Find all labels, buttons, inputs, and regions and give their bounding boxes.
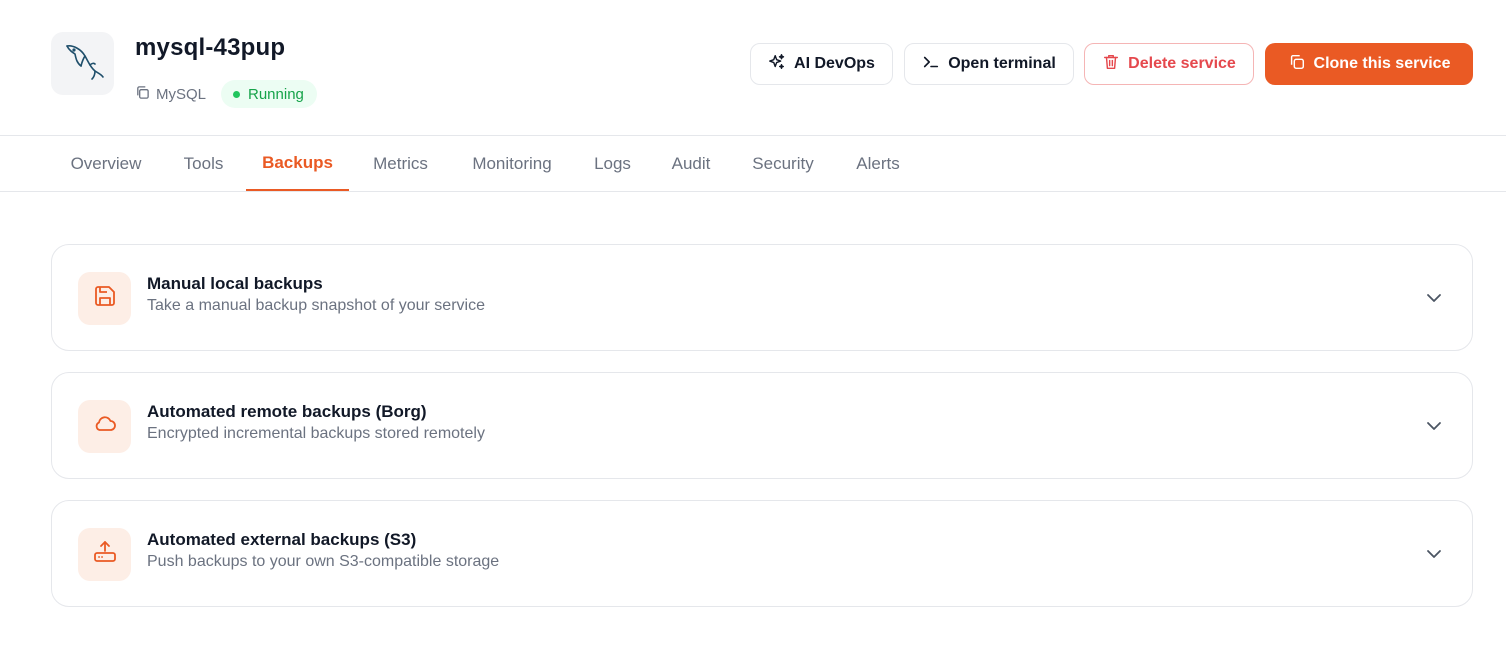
delete-service-label: Delete service <box>1128 55 1236 72</box>
status-badge: Running <box>221 80 317 108</box>
chevron-down-icon[interactable] <box>1424 544 1444 564</box>
tab-logs[interactable]: Logs <box>576 136 649 191</box>
mysql-dolphin-icon <box>61 41 105 86</box>
backup-card-borg[interactable]: Automated remote backups (Borg) Encrypte… <box>51 372 1473 479</box>
backup-card-description: Encrypted incremental backups stored rem… <box>147 425 485 442</box>
ai-devops-label: AI DevOps <box>794 55 875 72</box>
chevron-down-icon[interactable] <box>1424 416 1444 436</box>
status-label: Running <box>248 85 304 103</box>
terminal-icon <box>922 53 940 76</box>
copy-icon[interactable] <box>135 85 150 104</box>
tab-bar: Overview Tools Backups Metrics Monitorin… <box>0 136 1506 192</box>
delete-service-button[interactable]: Delete service <box>1084 43 1254 85</box>
tab-tools[interactable]: Tools <box>165 136 242 191</box>
backup-card-title: Automated external backups (S3) <box>147 530 417 549</box>
status-dot-icon <box>233 90 240 98</box>
tab-overview[interactable]: Overview <box>51 136 161 191</box>
backup-card-description: Take a manual backup snapshot of your se… <box>147 297 485 314</box>
floppy-disk-icon <box>93 284 117 313</box>
tab-backups[interactable]: Backups <box>246 136 349 191</box>
tab-audit[interactable]: Audit <box>653 136 729 191</box>
tab-monitoring[interactable]: Monitoring <box>452 136 572 191</box>
service-header: mysql-43pup MySQL Running AI DevOps Open… <box>0 0 1506 136</box>
open-terminal-label: Open terminal <box>948 55 1056 72</box>
sparkles-icon <box>768 53 786 76</box>
backup-card-s3[interactable]: Automated external backups (S3) Push bac… <box>51 500 1473 607</box>
service-type-label: MySQL <box>156 86 207 103</box>
ai-devops-button[interactable]: AI DevOps <box>750 43 893 85</box>
backup-card-title: Manual local backups <box>147 274 323 293</box>
clone-icon <box>1288 53 1306 76</box>
tab-alerts[interactable]: Alerts <box>837 136 919 191</box>
open-terminal-button[interactable]: Open terminal <box>904 43 1074 85</box>
backup-card-description: Push backups to your own S3-compatible s… <box>147 553 500 570</box>
chevron-down-icon[interactable] <box>1424 288 1444 308</box>
service-type: MySQL <box>135 85 206 104</box>
clone-service-label: Clone this service <box>1313 55 1451 72</box>
tab-metrics[interactable]: Metrics <box>353 136 448 191</box>
tab-security[interactable]: Security <box>733 136 833 191</box>
upload-storage-icon <box>92 539 118 570</box>
trash-icon <box>1102 53 1120 76</box>
service-logo <box>51 32 114 95</box>
clone-service-button[interactable]: Clone this service <box>1265 43 1473 85</box>
service-title: mysql-43pup <box>135 34 286 61</box>
backup-card-title: Automated remote backups (Borg) <box>147 402 427 421</box>
cloud-icon <box>92 411 118 442</box>
backup-card-manual[interactable]: Manual local backups Take a manual backu… <box>51 244 1473 351</box>
